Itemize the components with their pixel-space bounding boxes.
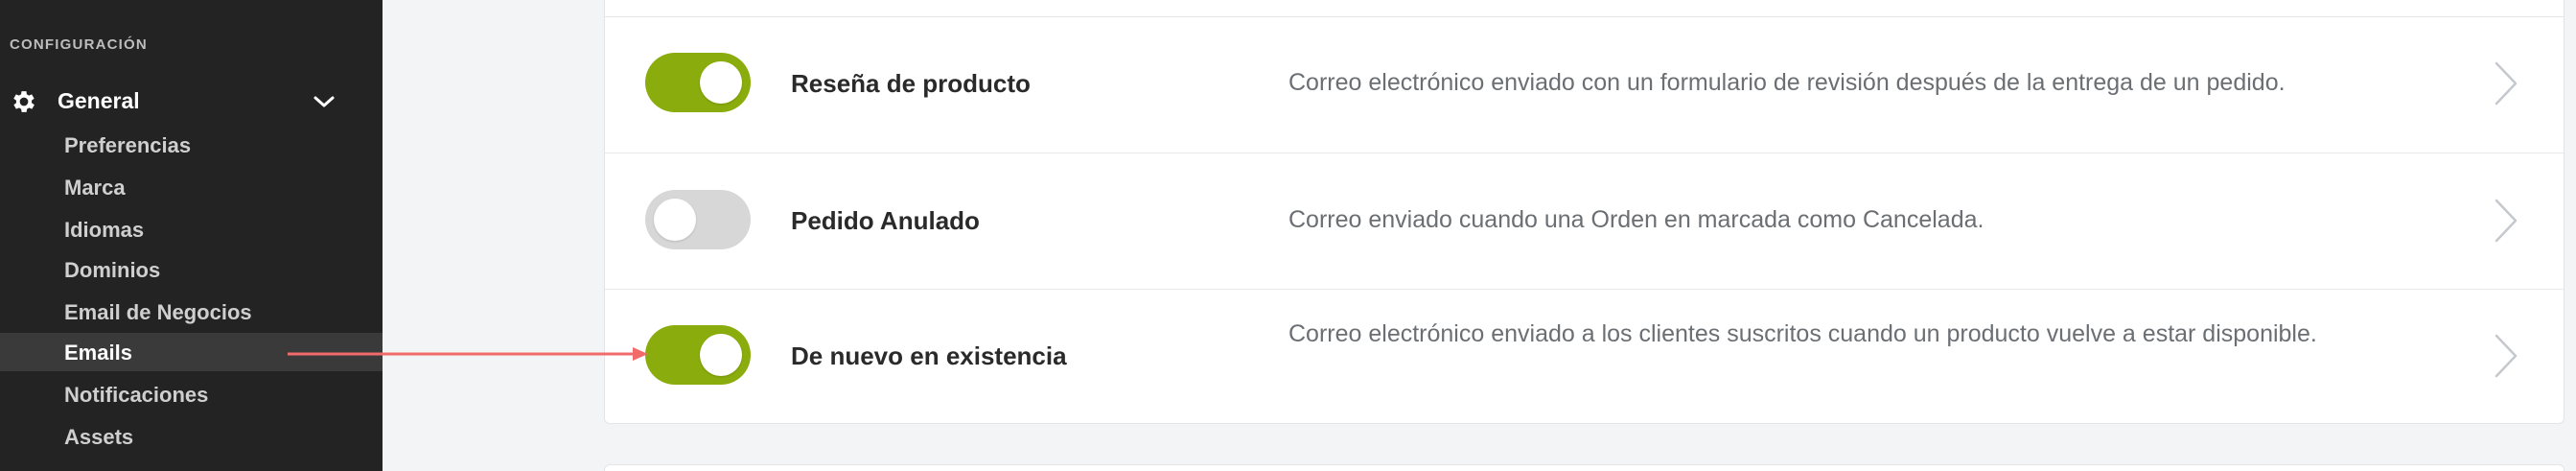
email-description: Correo electrónico enviado con un formul… [1288, 69, 2286, 96]
email-description: Correo electrónico enviado a los cliente… [1288, 320, 2317, 347]
sidebar: CONFIGURACIÓN General Preferencias Marca… [0, 0, 383, 471]
email-row-pedido-anulado[interactable]: Pedido Anulado Correo enviado cuando una… [605, 153, 2564, 290]
sidebar-item-preferencias[interactable]: Preferencias [0, 126, 383, 164]
sidebar-item-label: Assets [64, 425, 134, 449]
email-toggle[interactable] [645, 190, 751, 249]
sidebar-item-assets[interactable]: Assets [0, 417, 383, 456]
chevron-down-icon[interactable] [312, 92, 337, 111]
annotation-arrow [288, 347, 648, 361]
sidebar-item-email-de-negocios[interactable]: Email de Negocios [0, 293, 383, 331]
email-title: Pedido Anulado [791, 206, 980, 235]
email-description: Correo enviado cuando una Orden en marca… [1288, 206, 1984, 233]
email-row-resena-de-producto[interactable]: Reseña de producto Correo electrónico en… [605, 17, 2564, 153]
chevron-right-icon[interactable] [2491, 59, 2519, 107]
gear-icon [13, 91, 35, 112]
sidebar-item-label: Email de Negocios [64, 300, 252, 324]
email-title: De nuevo en existencia [791, 341, 1067, 370]
email-toggle[interactable] [645, 53, 751, 112]
toggle-knob [654, 199, 696, 241]
sidebar-item-label: Idiomas [64, 218, 145, 242]
email-toggle[interactable] [645, 325, 751, 385]
chevron-right-icon[interactable] [2491, 332, 2519, 380]
toggle-knob [700, 61, 742, 104]
sidebar-item-label: Marca [64, 176, 126, 200]
sidebar-section-title: CONFIGURACIÓN [10, 36, 148, 53]
sidebar-item-label: Preferencias [64, 133, 192, 157]
email-row-de-nuevo-en-existencia[interactable]: De nuevo en existencia Correo electrónic… [605, 290, 2564, 424]
sidebar-item-idiomas[interactable]: Idiomas [0, 210, 383, 248]
email-title: Reseña de producto [791, 69, 1031, 98]
sidebar-item-label: Dominios [64, 258, 161, 282]
sidebar-group-label: General [58, 88, 140, 113]
sidebar-item-marca[interactable]: Marca [0, 168, 383, 206]
sidebar-group-general[interactable]: General [0, 79, 383, 119]
sidebar-item-dominios[interactable]: Dominios [0, 250, 383, 289]
chevron-right-icon[interactable] [2491, 197, 2519, 245]
sidebar-item-label: Emails [64, 341, 132, 365]
next-card [604, 464, 2564, 471]
sidebar-item-notificaciones[interactable]: Notificaciones [0, 375, 383, 413]
toggle-knob [700, 334, 742, 376]
sidebar-item-label: Notificaciones [64, 383, 209, 407]
